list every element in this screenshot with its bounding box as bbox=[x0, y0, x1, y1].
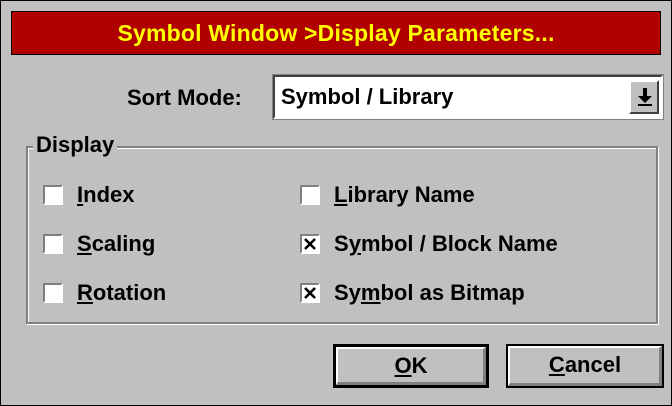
checkmark-x-icon bbox=[304, 287, 316, 299]
cancel-button-label: Cancel bbox=[548, 352, 622, 377]
ok-button-label: OK bbox=[394, 353, 428, 378]
checkbox-box[interactable] bbox=[43, 185, 63, 205]
checkmark-x-icon bbox=[304, 238, 316, 250]
display-parameters-dialog: Symbol Window >Display Parameters... Sor… bbox=[0, 0, 672, 406]
checkbox-label: Rotation bbox=[77, 280, 167, 305]
ok-button[interactable]: OK bbox=[333, 344, 489, 388]
sort-mode-value: Symbol / Library bbox=[281, 84, 454, 109]
checkbox-label: Library Name bbox=[334, 182, 475, 207]
checkbox-box[interactable] bbox=[300, 185, 320, 205]
checkbox-box[interactable] bbox=[43, 234, 63, 254]
cancel-button[interactable]: Cancel bbox=[506, 344, 664, 388]
sort-mode-dropdown[interactable]: Symbol / Library bbox=[272, 74, 664, 120]
sort-mode-label: Sort Mode: bbox=[127, 85, 242, 110]
dropdown-button[interactable] bbox=[629, 80, 659, 114]
checkbox-box[interactable] bbox=[300, 234, 320, 254]
checkbox-label: Scaling bbox=[77, 231, 156, 256]
checkbox-box[interactable] bbox=[300, 283, 320, 303]
dropdown-arrow-icon bbox=[638, 88, 652, 106]
window-title: Symbol Window >Display Parameters... bbox=[117, 20, 555, 46]
display-group-label: Display bbox=[33, 131, 118, 159]
checkbox-label: Symbol as Bitmap bbox=[334, 280, 525, 305]
checkbox-label: Index bbox=[77, 182, 135, 207]
checkbox-label: Symbol / Block Name bbox=[334, 231, 558, 256]
checkbox-box[interactable] bbox=[43, 283, 63, 303]
title-bar[interactable]: Symbol Window >Display Parameters... bbox=[11, 11, 661, 55]
